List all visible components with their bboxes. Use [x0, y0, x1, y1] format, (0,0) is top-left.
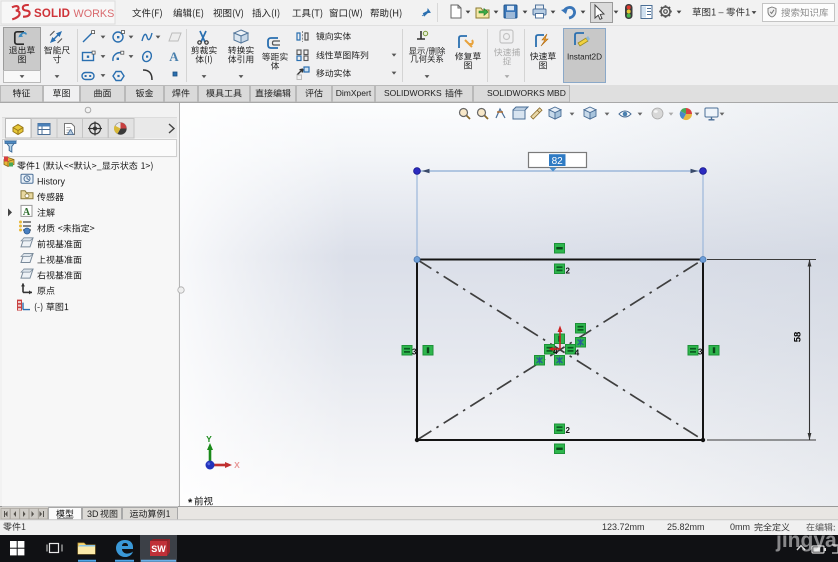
svg-text:3D: 3D [87, 509, 99, 519]
svg-text:SOLIDWORKS MBD: SOLIDWORKS MBD [487, 88, 566, 98]
svg-text:0mm: 0mm [730, 522, 750, 532]
svg-text:123.72mm: 123.72mm [602, 522, 645, 532]
svg-text:2: 2 [566, 267, 571, 276]
svg-text:A: A [23, 207, 31, 218]
svg-text:jingyan: jingyan [775, 529, 838, 552]
svg-text:4: 4 [575, 348, 580, 358]
svg-text:4: 4 [553, 346, 558, 356]
svg-text:SW: SW [151, 544, 166, 554]
svg-text:SOLIDWORKS: SOLIDWORKS [384, 88, 442, 98]
svg-text:3: 3 [412, 348, 417, 357]
svg-text:History: History [37, 177, 66, 187]
svg-text:Y: Y [206, 434, 212, 444]
svg-text:WORKS: WORKS [74, 8, 115, 20]
svg-text:58: 58 [793, 332, 804, 343]
svg-text:82: 82 [552, 156, 564, 167]
svg-text:2: 2 [566, 426, 571, 435]
svg-text:A: A [169, 49, 179, 64]
svg-text:–: – [719, 7, 724, 17]
svg-text:X: X [234, 460, 240, 470]
svg-text:25.82mm: 25.82mm [667, 522, 705, 532]
svg-text:DimXpert: DimXpert [336, 88, 372, 98]
svg-text:SOLID: SOLID [34, 8, 70, 20]
svg-text:3: 3 [698, 348, 703, 357]
svg-text:Instant2D: Instant2D [567, 53, 602, 62]
